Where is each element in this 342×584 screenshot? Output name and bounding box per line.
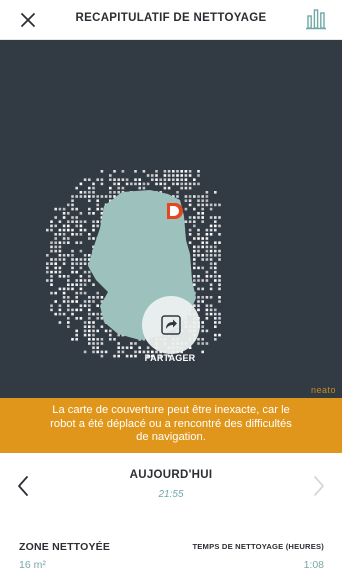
coverage-map: PARTAGER neato [0, 40, 342, 398]
share-label: PARTAGER [144, 353, 196, 363]
close-button[interactable] [17, 9, 39, 31]
session-date: AUJOURD'HUI [129, 469, 213, 481]
cleaning-time-title: TEMPS DE NETTOYAGE (HEURES) [192, 542, 324, 551]
page-title: RECAPITULATIF DE NETTOYAGE [75, 12, 267, 24]
zone-cleaned-value: 16 m² [19, 559, 46, 571]
brand-watermark: neato [310, 385, 336, 395]
charging-base-icon [167, 203, 183, 219]
cleaning-stats: ZONE NETTOYÉE 16 m² TEMPS DE NETTOYAGE (… [0, 519, 342, 584]
warning-line-2: robot a été déplacé ou a rencontré des d… [50, 417, 292, 430]
bar-chart-icon [306, 9, 326, 30]
cleaning-time-value: 1:08 [303, 559, 324, 571]
close-icon [21, 13, 35, 27]
coverage-warning: La carte de couverture peut être inexact… [0, 398, 342, 453]
header-bar: RECAPITULATIF DE NETTOYAGE [0, 0, 342, 40]
share-icon [161, 315, 181, 335]
share-button[interactable] [142, 296, 200, 354]
warning-line-1: La carte de couverture peut être inexact… [52, 404, 290, 416]
zone-cleaned-title: ZONE NETTOYÉE [19, 541, 111, 553]
date-navigator: AUJOURD'HUI 21:55 [0, 453, 342, 519]
stats-button[interactable] [304, 7, 328, 31]
warning-line-3: de navigation. [136, 431, 206, 443]
session-time: 21:55 [158, 489, 184, 500]
previous-session-button[interactable] [14, 473, 34, 499]
chevron-right-icon [314, 476, 324, 496]
next-session-button[interactable] [308, 473, 328, 499]
chevron-left-icon [18, 476, 28, 496]
